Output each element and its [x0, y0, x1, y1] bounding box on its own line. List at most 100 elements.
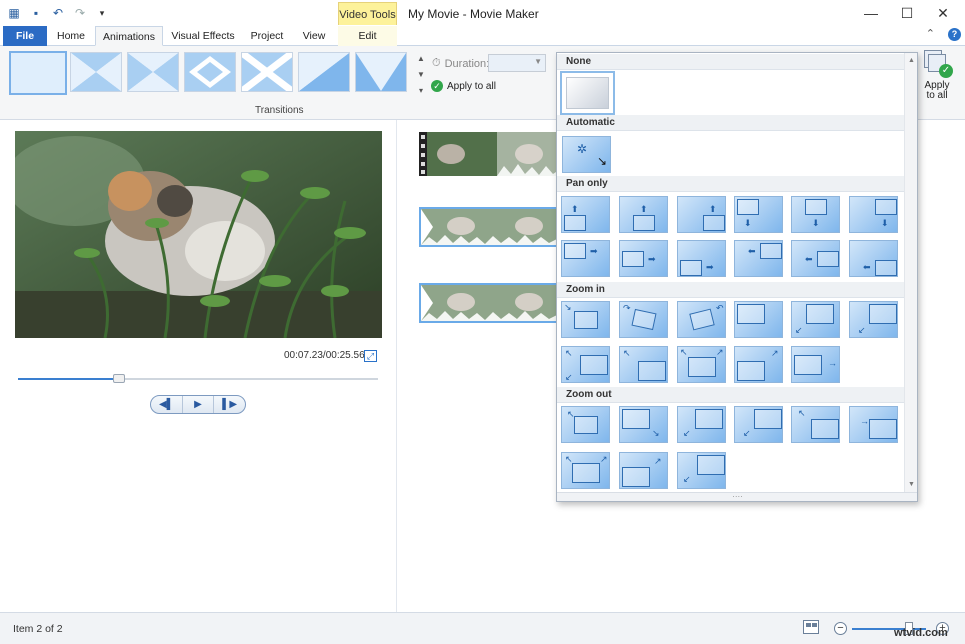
status-bar: Item 2 of 2 − + wtvid.com: [0, 612, 965, 644]
pan-thumb[interactable]: ➡: [677, 240, 726, 277]
pan-zoom-gallery-content: None Automatic ✲ ↘ Pan only ⬆ ⬆ ⬆ ⬇ ⬇ ⬇ …: [557, 53, 904, 493]
chevron-down-icon: ▼: [534, 57, 542, 66]
pan-thumb[interactable]: ⬅: [849, 240, 898, 277]
redo-icon[interactable]: ↷: [72, 5, 88, 21]
minimize-button[interactable]: —: [853, 0, 889, 27]
zoom-in-thumb[interactable]: ↖↙: [561, 346, 610, 383]
film-app-icon[interactable]: ▦: [6, 5, 22, 21]
zoom-out-thumb[interactable]: ↗: [619, 452, 668, 489]
tab-view[interactable]: View: [293, 26, 335, 46]
pan-thumb[interactable]: ⬆: [561, 196, 610, 233]
tab-project[interactable]: Project: [243, 26, 291, 46]
pan-thumb[interactable]: ⬆: [677, 196, 726, 233]
stopwatch-icon: ⏱: [432, 57, 441, 70]
tab-home[interactable]: Home: [50, 26, 92, 46]
next-frame-button[interactable]: ▌▶: [214, 396, 245, 413]
transition-cross-thumb[interactable]: [70, 52, 122, 92]
dropdown-scrollbar[interactable]: ▲ ▼: [904, 53, 918, 493]
pan-thumb[interactable]: ➡: [561, 240, 610, 277]
section-none: None: [557, 54, 904, 70]
scroll-down-icon[interactable]: ▼: [908, 481, 915, 488]
video-preview[interactable]: [15, 131, 382, 338]
transition-none-thumb[interactable]: [9, 51, 67, 95]
previous-frame-button[interactable]: ◀▌: [151, 396, 183, 413]
play-button[interactable]: ▶: [183, 396, 215, 413]
pan-thumb[interactable]: ⬆: [619, 196, 668, 233]
zoom-out-thumb[interactable]: ↖↗: [561, 452, 610, 489]
pan-thumb[interactable]: ⬇: [849, 196, 898, 233]
pan-thumb[interactable]: ⬇: [791, 196, 840, 233]
zoom-in-thumb[interactable]: ↙: [849, 301, 898, 338]
zoom-out-button[interactable]: −: [834, 622, 847, 635]
transition-diamond-thumb[interactable]: [184, 52, 236, 92]
maximize-button[interactable]: ☐: [889, 0, 925, 27]
pan-zoom-automatic-thumb[interactable]: ✲ ↘: [562, 136, 611, 173]
pan-thumb[interactable]: ➡: [619, 240, 668, 277]
zoom-out-thumb[interactable]: →: [849, 406, 898, 443]
transition-marker-icon: [421, 285, 433, 321]
transition-bowtie-thumb[interactable]: [127, 52, 179, 92]
transition-apply-to-all-button[interactable]: ✓ Apply to all: [431, 80, 496, 92]
pan-thumb[interactable]: ⬅: [734, 240, 783, 277]
video-tools-context-tab: Video Tools: [338, 2, 397, 26]
gallery-expand-icon[interactable]: ▾: [416, 86, 426, 95]
section-pan-only: Pan only: [557, 176, 904, 192]
dropdown-resize-grip[interactable]: ····: [557, 492, 918, 501]
help-icon[interactable]: ?: [948, 28, 961, 41]
window-title: My Movie - Movie Maker: [408, 7, 539, 21]
preview-pane: 00:07.23/00:25.56 ⤢ ◀▌ ▶ ▌▶: [0, 120, 397, 612]
seek-thumb[interactable]: [113, 374, 125, 383]
save-icon[interactable]: ▪: [28, 5, 44, 21]
pan-zoom-none-thumb[interactable]: [560, 71, 615, 115]
zoom-out-thumb[interactable]: ↙: [734, 406, 783, 443]
zoom-out-thumb[interactable]: ↖: [791, 406, 840, 443]
storyboard-clip-3[interactable]: [419, 283, 559, 323]
pan-thumb[interactable]: ⬅: [791, 240, 840, 277]
zoom-in-thumb[interactable]: ↖↗: [677, 346, 726, 383]
tab-visual-effects[interactable]: Visual Effects: [165, 26, 241, 46]
transitions-gallery: ▲ ▼ ▾: [6, 52, 426, 102]
ribbon-tabs: File Home Animations Visual Effects Proj…: [0, 25, 965, 46]
tab-file[interactable]: File: [3, 26, 47, 46]
zoom-in-thumb[interactable]: ↙: [791, 301, 840, 338]
undo-icon[interactable]: ↶: [50, 5, 66, 21]
storyboard-clip-1[interactable]: [419, 132, 559, 176]
zoom-in-thumb[interactable]: →: [791, 346, 840, 383]
tab-animations[interactable]: Animations: [95, 26, 163, 46]
pan-zoom-gallery-dropdown: None Automatic ✲ ↘ Pan only ⬆ ⬆ ⬆ ⬇ ⬇ ⬇ …: [556, 52, 918, 502]
zoom-in-thumb[interactable]: ↶: [677, 301, 726, 338]
collapse-ribbon-icon[interactable]: ⌃: [926, 27, 935, 40]
tab-edit[interactable]: Edit: [338, 26, 397, 46]
zoom-in-thumb[interactable]: ↗: [734, 346, 783, 383]
apply-all-icon: ✓: [924, 50, 950, 78]
close-button[interactable]: ✕: [925, 0, 961, 27]
seek-bar[interactable]: [18, 378, 378, 380]
fullscreen-icon[interactable]: ⤢: [364, 350, 377, 362]
transition-x-thumb[interactable]: [241, 52, 293, 92]
gallery-scroll-up-icon[interactable]: ▲: [416, 54, 426, 63]
duration-label-text: Duration:: [445, 58, 490, 70]
zoom-out-thumb[interactable]: ↙: [677, 452, 726, 489]
customize-chevron-icon[interactable]: ▾: [94, 5, 110, 21]
zoom-in-thumb[interactable]: ↖: [619, 346, 668, 383]
zoom-out-thumb[interactable]: ↙: [677, 406, 726, 443]
zoom-in-thumb[interactable]: ↘: [561, 301, 610, 338]
pan-thumb[interactable]: ⬇: [734, 196, 783, 233]
zoom-in-thumb[interactable]: [734, 301, 783, 338]
transition-diagonal-thumb[interactable]: [298, 52, 350, 92]
zoom-out-thumb[interactable]: ↖: [561, 406, 610, 443]
check-icon: ✓: [431, 80, 443, 92]
quick-access-toolbar: ▦ ▪ ↶ ↷ ▾: [6, 5, 110, 21]
section-zoom-in: Zoom in: [557, 282, 904, 298]
zoom-in-thumb[interactable]: ↷: [619, 301, 668, 338]
zoom-out-thumb[interactable]: ↘: [619, 406, 668, 443]
storyboard-clip-2[interactable]: [419, 207, 559, 247]
transitions-group-label: Transitions: [255, 105, 304, 116]
pan-zoom-apply-to-all-button[interactable]: ✓ Apply to all: [919, 50, 955, 101]
section-zoom-out: Zoom out: [557, 387, 904, 403]
transition-v-thumb[interactable]: [355, 52, 407, 92]
scroll-up-icon[interactable]: ▲: [908, 57, 915, 64]
gallery-scroll-down-icon[interactable]: ▼: [416, 70, 426, 79]
duration-input[interactable]: ▼: [488, 54, 546, 72]
section-automatic: Automatic: [557, 115, 904, 131]
